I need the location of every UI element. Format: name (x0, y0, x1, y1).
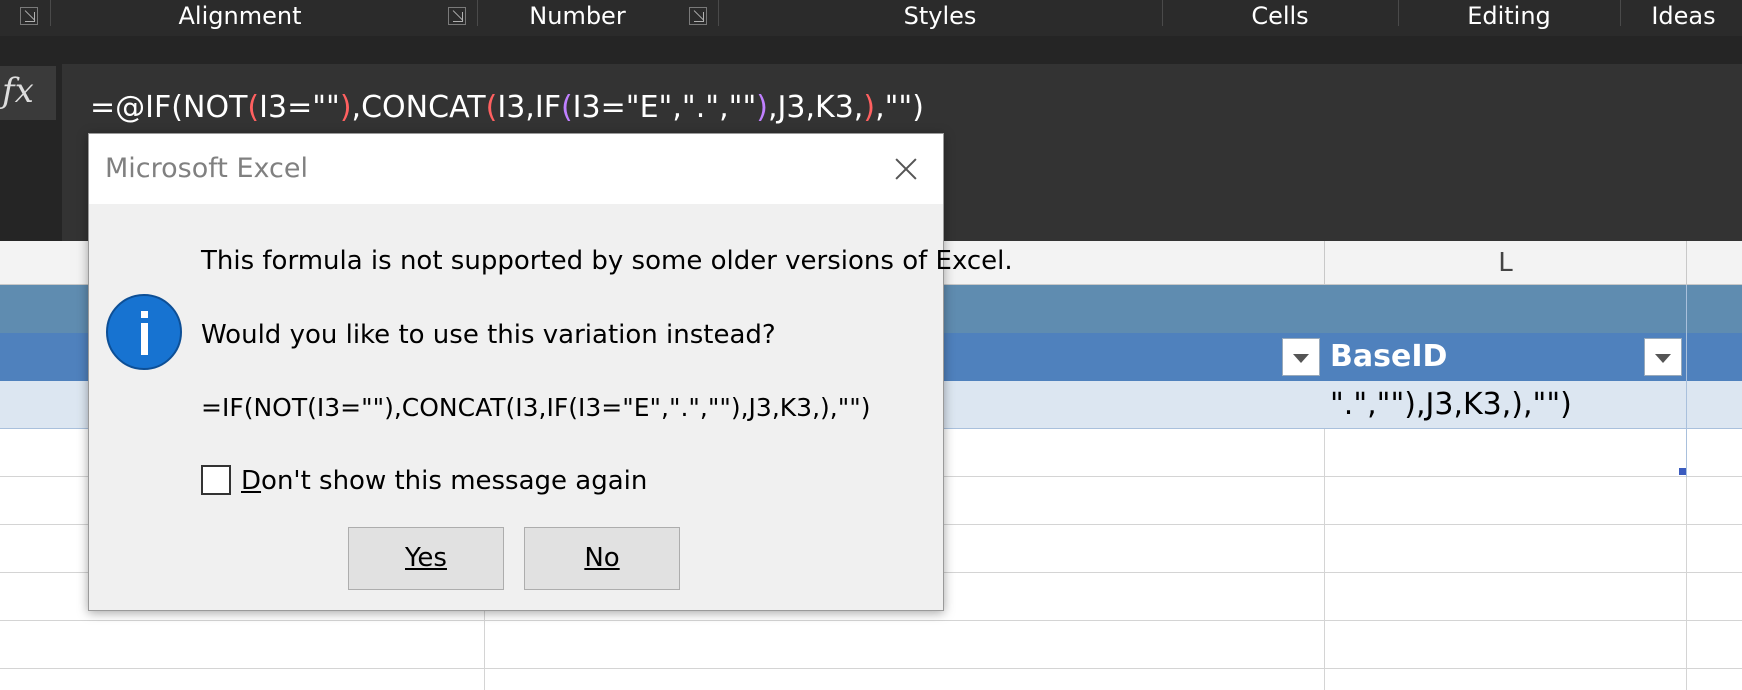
ribbon-separator (718, 0, 719, 26)
grid-row[interactable] (0, 621, 1742, 669)
dialog-message-line2: Would you like to use this variation ins… (201, 320, 776, 350)
table-border (1686, 285, 1687, 477)
column-gridline (1686, 477, 1687, 690)
column-gridline (1324, 429, 1325, 690)
ribbon-separator (1162, 0, 1163, 26)
ribbon-group-alignment: Alignment (178, 2, 302, 30)
dont-show-again-label[interactable]: Don't show this message again (241, 465, 647, 497)
compatibility-dialog: Microsoft Excel This formula is not supp… (88, 133, 1013, 611)
filter-dropdown-button[interactable] (1282, 338, 1320, 376)
dialog-titlebar[interactable]: Microsoft Excel (89, 134, 943, 204)
table-resize-handle[interactable] (1679, 468, 1686, 475)
info-icon (106, 294, 182, 370)
close-icon[interactable] (889, 152, 923, 186)
ribbon-group-cells: Cells (1251, 2, 1309, 30)
ribbon-separator (1620, 0, 1621, 26)
dont-show-again-checkbox[interactable] (201, 465, 231, 495)
ribbon-group-ideas: Ideas (1651, 2, 1716, 30)
alignment-dialog-launcher-icon[interactable] (448, 7, 466, 25)
cell-L3[interactable]: ".",""),J3,K3,),"") (1330, 381, 1572, 429)
dialog-message-line1: This formula is not supported by some ol… (201, 246, 1013, 276)
chevron-down-icon (1293, 354, 1309, 363)
ribbon-group-labels: Alignment Number Styles Cells Editing Id… (0, 0, 1742, 36)
yes-label: Yes (405, 543, 447, 573)
ribbon-separator (50, 0, 51, 26)
suggested-formula: =IF(NOT(I3=""),CONCAT(I3,IF(I3="E",".","… (201, 393, 871, 422)
ribbon-group-editing: Editing (1467, 2, 1551, 30)
table-header-baseid[interactable]: BaseID (1330, 333, 1447, 381)
filter-dropdown-button-baseid[interactable] (1644, 338, 1682, 376)
no-label: No (584, 543, 620, 573)
ribbon-separator (477, 0, 478, 26)
no-button[interactable]: No (524, 527, 680, 590)
label-rest: on't show this message again (261, 466, 648, 496)
yes-button[interactable]: Yes (348, 527, 504, 590)
formula-text[interactable]: =@IF(NOT(I3=""),CONCAT(I3,IF(I3="E",".",… (90, 90, 924, 125)
mnemonic-letter: D (241, 466, 262, 496)
ribbon-group-number: Number (529, 2, 626, 30)
insert-function-icon[interactable]: fx (0, 66, 56, 120)
ribbon-group-styles: Styles (903, 2, 977, 30)
ribbon-separator (1398, 0, 1399, 26)
column-header-L[interactable]: L (1324, 241, 1687, 285)
dialog-title: Microsoft Excel (105, 153, 308, 184)
chevron-down-icon (1655, 354, 1671, 363)
number-dialog-launcher-icon[interactable] (689, 7, 707, 25)
font-dialog-launcher-icon[interactable] (20, 7, 38, 25)
